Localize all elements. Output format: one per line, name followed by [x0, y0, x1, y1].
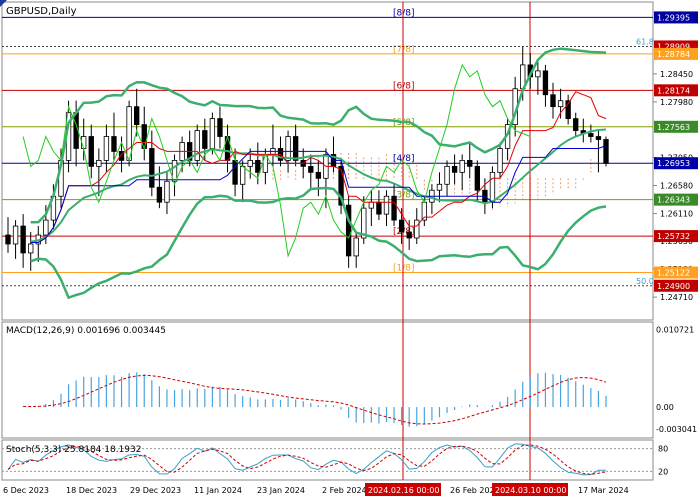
bollinger-lower	[30, 186, 607, 300]
time-label: 11 Jan 2024	[194, 486, 242, 495]
stoch-title: Stoch(5,3,3) 25.8184 18.1932	[6, 445, 141, 455]
candles-layer[interactable]	[5, 46, 609, 271]
murray-level-label: [1/8]	[393, 264, 415, 274]
candle-body	[164, 180, 170, 203]
macd-axis-label: 0.00	[656, 403, 674, 412]
murray-level-label: [8/8]	[393, 8, 415, 18]
candle-body	[414, 219, 420, 239]
price-tag-label: 1.29395	[657, 13, 690, 22]
candle-body	[436, 183, 443, 191]
candle-body	[96, 160, 102, 167]
candle-body	[202, 130, 208, 149]
stoch-axis-label: 80	[658, 445, 668, 454]
candle-body	[134, 106, 140, 125]
symbol-title: GBPUSD,Daily	[6, 6, 77, 17]
candle-body	[489, 171, 496, 203]
price-tag-label: 1.28784	[657, 50, 690, 59]
candle-body	[255, 160, 261, 173]
candle-body	[247, 160, 253, 167]
macd-panel-frame	[1, 321, 654, 439]
price-label: 1.28450	[660, 70, 693, 79]
price-label: 1.26110	[660, 210, 693, 219]
candle-body	[542, 70, 549, 96]
candle-body	[209, 118, 216, 149]
candle-body	[285, 136, 291, 161]
price-label: 1.27980	[660, 98, 693, 107]
candle-body	[497, 148, 503, 173]
murray-level-label: [6/8]	[393, 81, 415, 91]
price-label: 1.26580	[660, 181, 693, 190]
candle-body	[383, 195, 390, 215]
candle-body	[467, 160, 473, 167]
fibo-level-label: 50.0	[636, 277, 654, 286]
price-tag-label: 1.26343	[657, 196, 690, 205]
candle-body	[444, 165, 450, 185]
price-tag-label: 1.28174	[657, 86, 690, 95]
macd-signal-line	[23, 374, 607, 425]
stoch-axis-label: 20	[658, 467, 668, 476]
time-highlight-label: 2024.03.10 00:00	[495, 486, 566, 495]
fibo-level-label: 61.8	[636, 37, 654, 46]
time-label: 18 Dec 2023	[66, 486, 117, 495]
candle-body	[398, 219, 405, 233]
macd-histogram	[22, 372, 607, 427]
price-axis: 1.284501.279801.270501.265801.261101.256…	[653, 11, 698, 476]
candle-body	[573, 118, 579, 131]
candle-body	[111, 136, 117, 152]
candle-body	[588, 133, 594, 137]
candle-body	[194, 130, 200, 161]
candle-body	[557, 100, 564, 108]
candle-body	[88, 136, 94, 167]
candle-body	[391, 195, 397, 221]
candle-body	[474, 165, 480, 191]
price-label: 1.24710	[660, 293, 693, 302]
candle-body	[376, 201, 382, 215]
candle-body	[406, 231, 412, 239]
time-label: 6 Dec 2023	[3, 486, 49, 495]
candle-body	[550, 94, 556, 108]
time-label: 2 Feb 2024	[322, 486, 367, 495]
price-tag-label: 1.26953	[657, 159, 690, 168]
macd-title: MACD(12,26,9) 0.001696 0.003445	[6, 326, 166, 336]
macd-axis-label: 0.010721	[656, 326, 694, 335]
time-label: 29 Dec 2023	[130, 486, 181, 495]
candle-body	[43, 219, 49, 236]
macd-axis-label: -0.003041	[656, 425, 697, 434]
candle-body	[156, 186, 163, 203]
candle-body	[28, 243, 34, 254]
candle-body	[20, 225, 26, 254]
candle-body	[535, 70, 541, 78]
price-tag-label: 1.25122	[657, 269, 690, 278]
indicator-lines	[22, 47, 607, 300]
candle-body	[603, 139, 609, 164]
time-label: 17 Mar 2024	[578, 486, 629, 495]
candle-body	[5, 234, 11, 245]
chart-window: [8/8][7/8][6/8][5/8][4/8][3/8][2/8][1/8]…	[0, 0, 700, 500]
candle-body	[459, 160, 465, 173]
time-label: 23 Jan 2024	[257, 486, 305, 495]
candle-body	[239, 165, 246, 185]
candle-body	[595, 136, 602, 140]
price-tag-label: 1.27563	[657, 123, 690, 132]
candle-body	[368, 201, 375, 209]
candle-body	[232, 160, 238, 185]
candle-body	[12, 225, 19, 245]
price-tag-label: 1.25732	[657, 232, 690, 241]
date-markers	[402, 2, 531, 480]
candle-body	[217, 118, 223, 137]
price-tag-label: 1.24900	[657, 282, 690, 291]
candle-body	[308, 165, 314, 173]
candle-body	[451, 165, 458, 173]
candle-body	[353, 237, 359, 257]
time-axis: 6 Dec 2023 18 Dec 2023 29 Dec 2023 11 Jan 2…	[3, 483, 629, 496]
time-highlight-label: 2024.02.16 00:00	[368, 486, 439, 495]
chart-canvas[interactable]: [8/8][7/8][6/8][5/8][4/8][3/8][2/8][1/8]…	[0, 0, 700, 500]
candle-body	[292, 136, 299, 161]
candle-body	[149, 148, 155, 188]
candle-body	[103, 136, 110, 161]
candle-body	[315, 171, 322, 179]
